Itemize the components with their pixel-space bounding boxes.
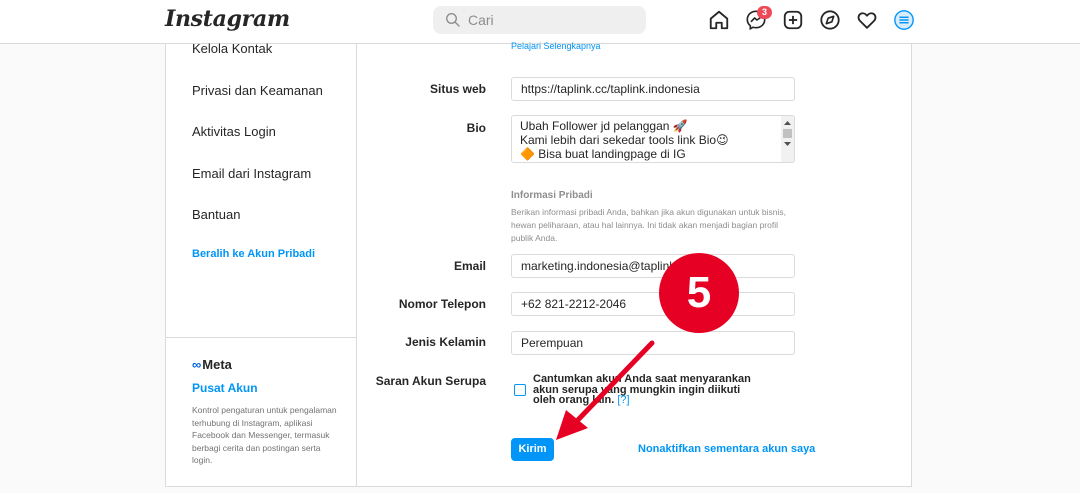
suggest-accounts-text: Cantumkan akun Anda saat menyarankan aku… — [533, 374, 758, 406]
bio-textarea[interactable]: Ubah Follower jd pelanggan 🚀 Kami lebih … — [511, 115, 795, 163]
sidebar-item-aktivitas-login[interactable]: Aktivitas Login — [192, 124, 276, 139]
deactivate-account-link[interactable]: Nonaktifkan sementara akun saya — [638, 443, 815, 455]
accounts-center-box: ∞Meta Pusat Akun Kontrol pengaturan untu… — [166, 337, 356, 488]
website-input[interactable]: https://taplink.cc/taplink.indonesia — [511, 77, 795, 101]
phone-label: Nomor Telepon — [398, 297, 486, 311]
step-number-badge: 5 — [659, 253, 739, 333]
home-icon[interactable] — [708, 9, 730, 31]
settings-panel: Kelola Kontak Privasi dan Keamanan Aktiv… — [165, 41, 912, 488]
search-placeholder: Cari — [468, 12, 494, 28]
new-post-icon[interactable] — [782, 9, 804, 31]
bio-line: Kami lebih dari sekedar tools link Bio😉 — [520, 133, 729, 147]
sidebar-item-kelola-kontak[interactable]: Kelola Kontak — [192, 41, 272, 56]
personal-info-title: Informasi Pribadi — [511, 190, 593, 201]
top-navigation-bar: Instagram Cari 3 — [0, 0, 1080, 44]
sidebar-item-privasi[interactable]: Privasi dan Keamanan — [192, 83, 323, 98]
learn-more-link[interactable]: Pelajari Selengkapnya — [511, 41, 601, 51]
phone-input[interactable]: +62 821-2212-2046 — [511, 292, 795, 316]
suggest-accounts-checkbox[interactable] — [514, 384, 526, 396]
bio-label: Bio — [466, 121, 486, 135]
meta-logo-text: Meta — [202, 357, 232, 372]
bio-line: 🔶 Bisa buat landingpage di IG — [520, 147, 686, 161]
suggest-accounts-label: Saran Akun Serupa — [375, 374, 486, 388]
switch-personal-account-link[interactable]: Beralih ke Akun Pribadi — [192, 248, 315, 260]
suggest-accounts-description: Cantumkan akun Anda saat menyarankan aku… — [533, 373, 751, 406]
email-input[interactable]: marketing.indonesia@taplink.cc — [511, 254, 795, 278]
suggest-help-link[interactable]: [?] — [617, 394, 629, 406]
website-label: Situs web — [429, 82, 486, 96]
sidebar-item-bantuan[interactable]: Bantuan — [192, 207, 240, 222]
personal-info-description: Berikan informasi pribadi Anda, bahkan j… — [511, 207, 787, 243]
profile-menu-icon[interactable] — [893, 9, 915, 31]
gender-label: Jenis Kelamin — [405, 335, 486, 349]
instagram-logo[interactable]: Instagram — [165, 6, 290, 32]
submit-button[interactable]: Kirim — [511, 438, 554, 461]
activity-heart-icon[interactable] — [856, 9, 878, 31]
bio-line: Ubah Follower jd pelanggan 🚀 — [520, 119, 688, 133]
meta-logo: ∞Meta — [192, 357, 232, 372]
accounts-center-description: Kontrol pengaturan untuk pengalaman terh… — [192, 405, 337, 465]
sidebar-item-email[interactable]: Email dari Instagram — [192, 166, 311, 181]
email-label: Email — [453, 259, 486, 273]
search-input[interactable]: Cari — [433, 6, 646, 34]
accounts-center-link[interactable]: Pusat Akun — [192, 381, 258, 395]
settings-sidebar: Kelola Kontak Privasi dan Keamanan Aktiv… — [166, 41, 357, 488]
bio-text: Ubah Follower jd pelanggan 🚀 Kami lebih … — [520, 119, 729, 161]
bio-scrollbar[interactable] — [781, 116, 794, 162]
scrollbar-arrows-icon — [783, 121, 792, 146]
gender-input[interactable]: Perempuan — [511, 331, 795, 355]
messenger-badge: 3 — [757, 6, 772, 19]
search-icon — [445, 12, 460, 27]
explore-icon[interactable] — [819, 9, 841, 31]
